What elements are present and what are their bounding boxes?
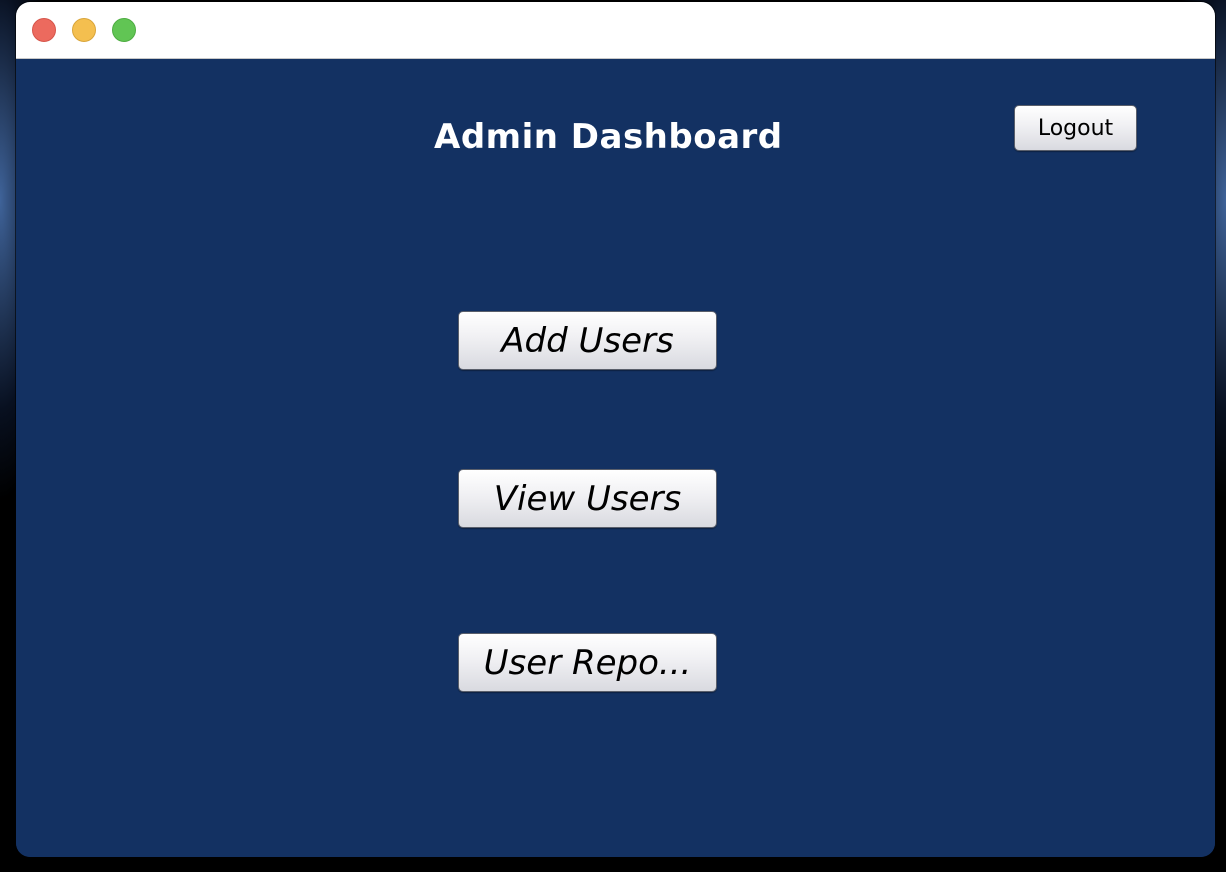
logout-button[interactable]: Logout (1014, 105, 1137, 151)
page-title: Admin Dashboard (434, 117, 783, 157)
close-window-button[interactable] (32, 18, 56, 42)
app-window: Admin Dashboard Logout Add Users View Us… (16, 2, 1215, 857)
dashboard-panel: Admin Dashboard Logout Add Users View Us… (16, 59, 1215, 857)
add-users-button[interactable]: Add Users (458, 311, 717, 370)
window-titlebar[interactable] (16, 2, 1215, 59)
user-reports-button[interactable]: User Repo... (458, 633, 717, 692)
zoom-window-button[interactable] (112, 18, 136, 42)
minimize-window-button[interactable] (72, 18, 96, 42)
view-users-button[interactable]: View Users (458, 469, 717, 528)
